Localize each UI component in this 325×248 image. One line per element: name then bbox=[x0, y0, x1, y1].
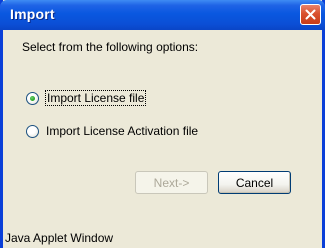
option-label-import-license-activation-file: Import License Activation file bbox=[46, 124, 199, 138]
applet-status-bar: Java Applet Window bbox=[3, 228, 322, 248]
close-button[interactable] bbox=[300, 4, 321, 25]
cancel-button[interactable]: Cancel bbox=[218, 171, 291, 194]
import-dialog-window: Import Select from the following options… bbox=[0, 0, 325, 248]
next-button[interactable]: Next-> bbox=[135, 171, 208, 194]
window-title: Import bbox=[10, 6, 55, 22]
option-import-license-activation-file[interactable]: Import License Activation file bbox=[26, 124, 198, 138]
option-label-import-license-file: Import License file bbox=[44, 90, 147, 106]
applet-warning-text: Java Applet Window bbox=[5, 231, 114, 245]
radio-import-license-activation-file[interactable] bbox=[26, 124, 39, 138]
title-bar[interactable]: Import bbox=[0, 0, 325, 30]
close-icon bbox=[305, 9, 316, 20]
radio-import-license-file[interactable] bbox=[26, 91, 39, 105]
option-import-license-file[interactable]: Import License file bbox=[26, 90, 147, 106]
instruction-text: Select from the following options: bbox=[22, 40, 199, 54]
